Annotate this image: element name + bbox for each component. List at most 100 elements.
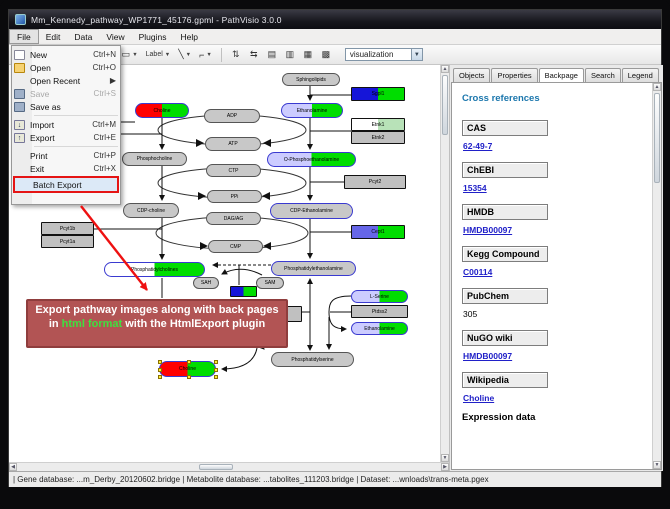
canvas-horizontal-scrollbar[interactable]: ◀ ▶ bbox=[9, 462, 449, 471]
stack-vertical-button[interactable]: ▩ bbox=[318, 47, 334, 62]
scroll-left-icon[interactable]: ◀ bbox=[9, 463, 17, 471]
chevron-down-icon[interactable]: ▼ bbox=[165, 52, 170, 58]
node-atp[interactable]: ATP bbox=[205, 137, 261, 151]
file-menu-item-new[interactable]: NewCtrl+N bbox=[12, 48, 120, 61]
xref-link[interactable]: Choline bbox=[463, 393, 494, 403]
node-cdp-choline[interactable]: CDP-choline bbox=[123, 203, 179, 218]
title-bar[interactable]: Mm_Kennedy_pathway_WP1771_45176.gpml - P… bbox=[9, 10, 661, 29]
panel-vertical-scrollbar[interactable]: ▲ ▼ bbox=[652, 83, 661, 469]
node-phosphatidylserine[interactable]: Phosphatidylserine bbox=[271, 352, 354, 367]
node-sah[interactable]: SAH bbox=[193, 277, 219, 289]
node-dag-ag[interactable]: DAG/AG bbox=[206, 212, 261, 225]
node-choline[interactable]: Choline bbox=[135, 103, 189, 118]
visualization-combobox[interactable]: visualization ▼ bbox=[345, 48, 423, 61]
chevron-down-icon[interactable]: ▼ bbox=[132, 52, 137, 58]
menu-separator bbox=[34, 146, 118, 147]
selection-handle[interactable] bbox=[158, 375, 162, 379]
node-label: CMP bbox=[230, 244, 241, 250]
scroll-right-icon[interactable]: ▶ bbox=[441, 463, 449, 471]
datanode-tool-icon: ▭ bbox=[122, 49, 131, 60]
scroll-up-icon[interactable]: ▲ bbox=[441, 65, 449, 73]
chevron-down-icon[interactable]: ▼ bbox=[206, 52, 211, 58]
menu-help[interactable]: Help bbox=[174, 29, 205, 44]
connector-tool[interactable]: ⌐▼ bbox=[196, 47, 215, 62]
selection-handle[interactable] bbox=[214, 360, 218, 364]
node-choline[interactable]: Choline bbox=[159, 361, 216, 377]
scroll-thumb[interactable] bbox=[442, 75, 448, 135]
tab-search[interactable]: Search bbox=[585, 68, 621, 82]
line-tool[interactable]: ╲▼ bbox=[175, 47, 194, 62]
node-o-phosphoethanolamine[interactable]: O-Phosphoethanolamine bbox=[267, 152, 356, 167]
tab-properties[interactable]: Properties bbox=[491, 68, 537, 82]
node-sphingolipids[interactable]: Sphingolipids bbox=[282, 73, 340, 86]
node-phosphatidylethanolamine[interactable]: Phosphatidylethanolamine bbox=[271, 261, 356, 276]
node-label: PPi bbox=[231, 194, 239, 200]
xref-link[interactable]: HMDB00097 bbox=[463, 225, 512, 235]
distribute-horizontal-button[interactable]: ▤ bbox=[264, 47, 280, 62]
node-pcyt1a[interactable]: Pcyt1a bbox=[41, 235, 94, 248]
menu-view[interactable]: View bbox=[99, 29, 131, 44]
canvas-vertical-scrollbar[interactable]: ▲ ▼ bbox=[440, 65, 449, 462]
tab-legend[interactable]: Legend bbox=[622, 68, 659, 82]
file-menu-item-exit[interactable]: ExitCtrl+X bbox=[12, 162, 120, 175]
menu-edit[interactable]: Edit bbox=[39, 29, 68, 44]
node-ppi[interactable]: PPi bbox=[207, 190, 262, 203]
scroll-down-icon[interactable]: ▼ bbox=[653, 461, 661, 469]
file-menu-item-print[interactable]: PrintCtrl+P bbox=[12, 149, 120, 162]
node-etnk2[interactable]: Etnk2 bbox=[351, 131, 405, 144]
node-sam[interactable]: SAM bbox=[256, 277, 284, 289]
node-pcyt2[interactable]: Pcyt2 bbox=[344, 175, 406, 189]
file-menu-item-import[interactable]: ↓ImportCtrl+M bbox=[12, 118, 120, 131]
node-phosphocholine[interactable]: Phosphocholine bbox=[122, 152, 187, 166]
node-phosphatidylcholines[interactable]: Phosphatidylcholines bbox=[104, 262, 205, 277]
xref-link[interactable]: 62-49-7 bbox=[463, 141, 492, 151]
align-middle-button[interactable]: ⇆ bbox=[246, 47, 262, 62]
menu-plugins[interactable]: Plugins bbox=[132, 29, 174, 44]
node-ctp[interactable]: CTP bbox=[206, 164, 261, 177]
tab-objects[interactable]: Objects bbox=[453, 68, 490, 82]
selection-handle[interactable] bbox=[214, 375, 218, 379]
file-menu-item-open-recent[interactable]: Open Recent▶ bbox=[12, 74, 120, 87]
scroll-thumb[interactable] bbox=[199, 464, 233, 470]
node-unlabeled[interactable] bbox=[230, 286, 257, 297]
node-ethanolamine[interactable]: Ethanolamine bbox=[281, 103, 343, 118]
selection-handle[interactable] bbox=[158, 368, 162, 372]
file-menu-item-open[interactable]: OpenCtrl+O bbox=[12, 61, 120, 74]
datanode-tool[interactable]: ▭▼ bbox=[119, 47, 141, 62]
node-ptdss2[interactable]: Ptdss2 bbox=[351, 305, 408, 318]
label-tool[interactable]: Label▼ bbox=[143, 47, 174, 62]
selection-handle[interactable] bbox=[187, 375, 191, 379]
chevron-down-icon[interactable]: ▼ bbox=[186, 52, 191, 58]
node-cept1[interactable]: Cept1 bbox=[351, 225, 405, 239]
xref-link[interactable]: 15354 bbox=[463, 183, 487, 193]
node-pcyt1b[interactable]: Pcyt1b bbox=[41, 222, 94, 235]
chevron-down-icon[interactable]: ▼ bbox=[411, 49, 422, 60]
file-menu-item-save-as[interactable]: Save as bbox=[12, 100, 120, 113]
node-l-serine[interactable]: L-Serine bbox=[351, 290, 408, 303]
align-center-button[interactable]: ⇅ bbox=[228, 47, 244, 62]
node-etnk1[interactable]: Etnk1 bbox=[351, 118, 405, 131]
tab-backpage[interactable]: Backpage bbox=[539, 68, 584, 83]
node-label: Phosphatidylethanolamine bbox=[284, 266, 343, 272]
xref-link[interactable]: HMDB00097 bbox=[463, 351, 512, 361]
selection-handle[interactable] bbox=[158, 360, 162, 364]
node-cmp[interactable]: CMP bbox=[208, 240, 263, 253]
file-menu-item-export[interactable]: ↑ExportCtrl+E bbox=[12, 131, 120, 144]
distribute-vertical-button[interactable]: ▥ bbox=[282, 47, 298, 62]
node-cdp-ethanolamine[interactable]: CDP-Ethanolamine bbox=[270, 203, 353, 219]
icon-save bbox=[14, 102, 25, 112]
stack-horizontal-button[interactable]: ▦ bbox=[300, 47, 316, 62]
node-sgpl1[interactable]: Sgpl1 bbox=[351, 87, 405, 101]
xref-source: CAS bbox=[462, 120, 548, 136]
scroll-down-icon[interactable]: ▼ bbox=[441, 454, 449, 462]
xref-link[interactable]: C00114 bbox=[463, 267, 492, 277]
menu-data[interactable]: Data bbox=[67, 29, 99, 44]
menu-file[interactable]: File bbox=[9, 29, 39, 44]
node-ethanolamine[interactable]: Ethanolamine bbox=[351, 322, 408, 335]
selection-handle[interactable] bbox=[187, 360, 191, 364]
selection-handle[interactable] bbox=[214, 368, 218, 372]
file-menu-item-batch-export[interactable]: Batch Export bbox=[15, 178, 117, 191]
scroll-thumb[interactable] bbox=[654, 93, 660, 183]
node-adp[interactable]: ADP bbox=[204, 109, 260, 123]
scroll-up-icon[interactable]: ▲ bbox=[653, 83, 661, 91]
